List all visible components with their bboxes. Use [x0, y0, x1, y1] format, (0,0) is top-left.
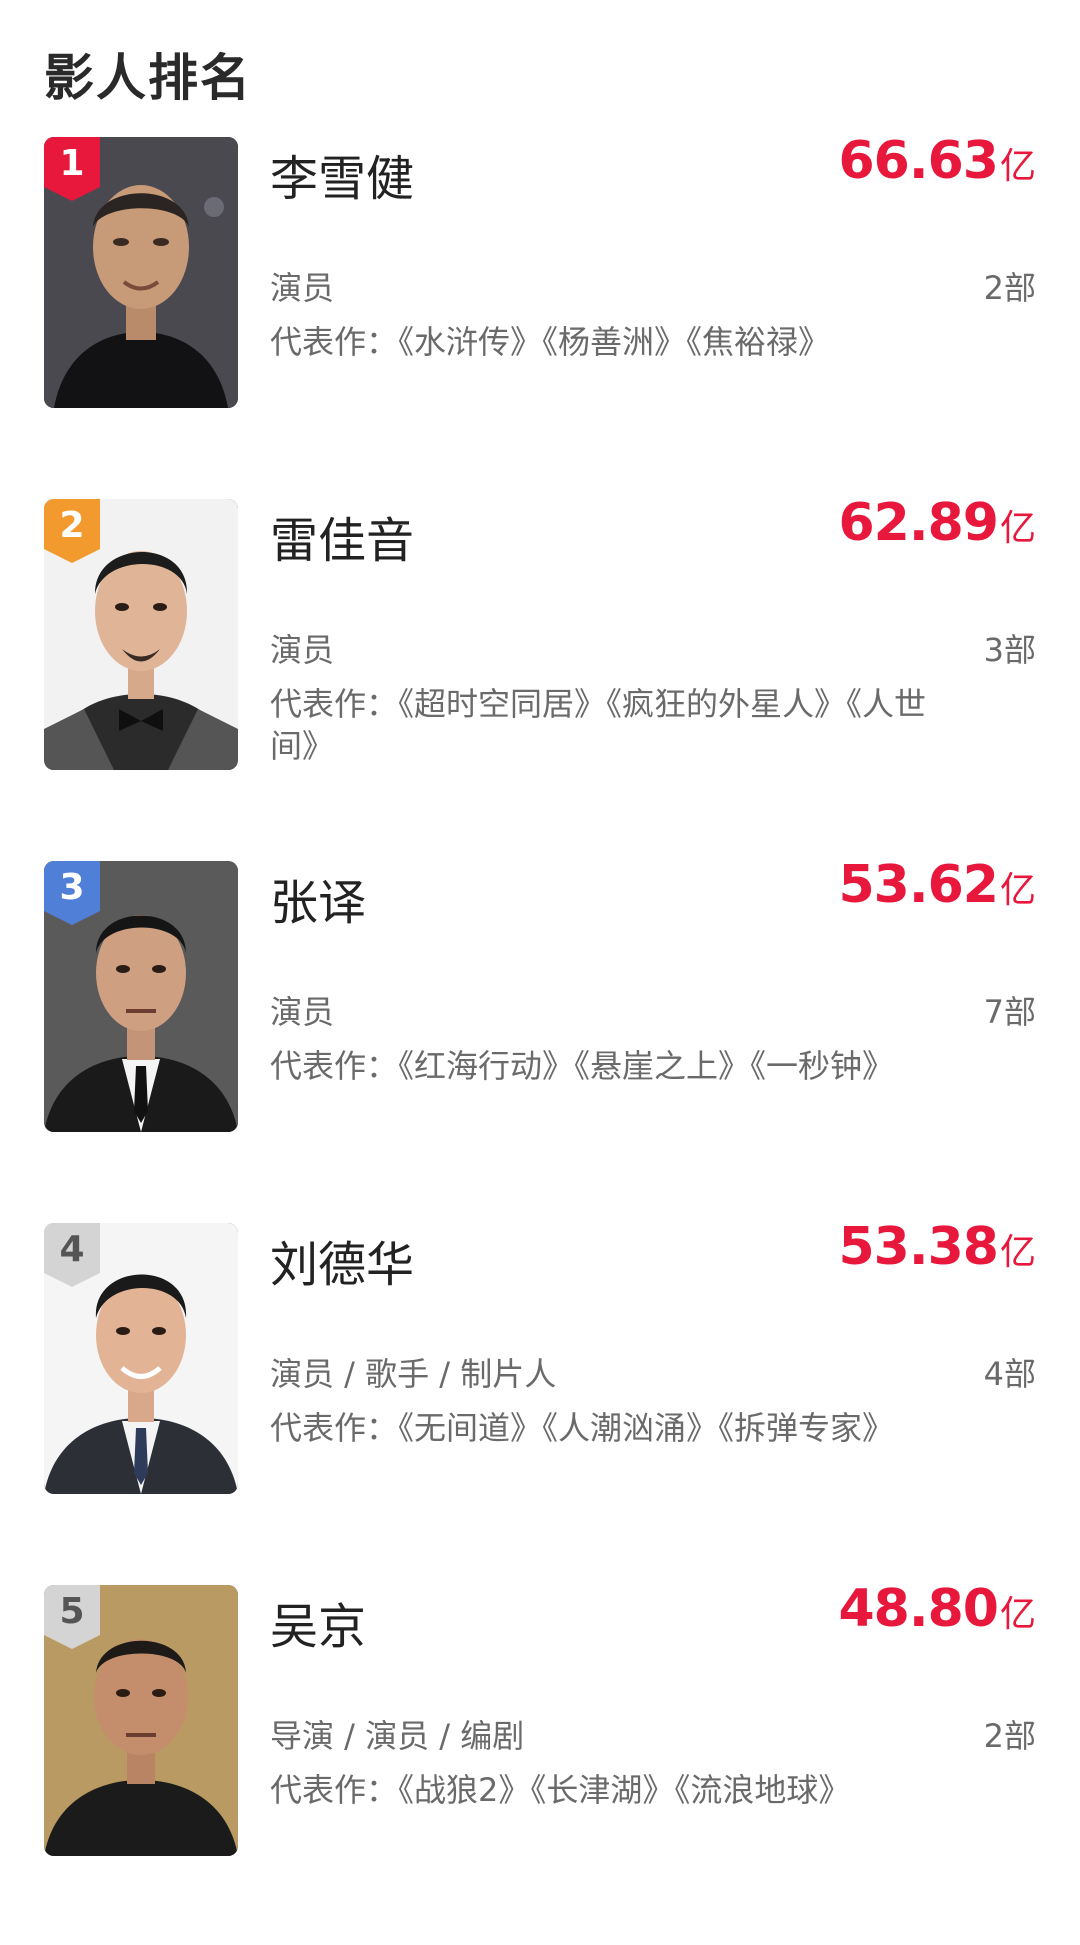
- box-office-total: 53.38亿: [838, 1217, 1037, 1277]
- person-name: 刘德华: [270, 1237, 415, 1293]
- person-photo[interactable]: 1: [44, 137, 238, 408]
- box-office-total: 53.62亿: [838, 855, 1037, 915]
- person-roles: 演员: [270, 631, 335, 669]
- rank-badge: 2: [44, 499, 100, 565]
- person-roles: 演员: [270, 993, 335, 1031]
- list-item[interactable]: 2 雷佳音 62.89亿 演员 3部 代表作：《超时空同居》《疯狂的外星人》《人…: [0, 493, 1080, 859]
- person-roles: 导演 / 演员 / 编剧: [270, 1717, 525, 1755]
- rank-badge: 1: [44, 137, 100, 203]
- person-name: 张译: [270, 875, 367, 931]
- person-name: 雷佳音: [270, 513, 415, 569]
- person-roles: 演员: [270, 269, 335, 307]
- page-title: 影人排名: [44, 49, 252, 107]
- rank-badge: 5: [44, 1585, 100, 1651]
- box-office-total: 48.80亿: [838, 1579, 1037, 1639]
- box-office-total: 62.89亿: [838, 493, 1037, 553]
- list-item[interactable]: 5 吴京 48.80亿 导演 / 演员 / 编剧 2部 代表作：《战狼2》《长津…: [0, 1579, 1080, 1945]
- box-office-total: 66.63亿: [838, 131, 1037, 191]
- list-item[interactable]: 1 李雪健 66.63亿 演员 2部 代表作：《水浒传》《杨善洲》《焦裕禄》: [0, 131, 1080, 497]
- film-count: 2部: [983, 1717, 1036, 1755]
- rank-badge: 4: [44, 1223, 100, 1289]
- representative-works: 代表作：《红海行动》《悬崖之上》《一秒钟》: [270, 1047, 895, 1085]
- representative-works: 代表作：《超时空同居》《疯狂的外星人》《人世间》: [270, 685, 927, 765]
- film-count: 2部: [983, 269, 1036, 307]
- list-item[interactable]: 4 刘德华 53.38亿 演员 / 歌手 / 制片人 4部 代表作：《无间道》《…: [0, 1217, 1080, 1583]
- film-count: 7部: [983, 993, 1036, 1031]
- person-name: 李雪健: [270, 151, 415, 207]
- list-item[interactable]: 3 张译 53.62亿 演员 7部 代表作：《红海行动》《悬崖之上》《一秒钟》: [0, 855, 1080, 1221]
- rank-badge: 3: [44, 861, 100, 927]
- person-photo[interactable]: 4: [44, 1223, 238, 1494]
- representative-works: 代表作：《战狼2》《长津湖》《流浪地球》: [270, 1771, 851, 1809]
- film-count: 4部: [983, 1355, 1036, 1393]
- person-name: 吴京: [270, 1599, 367, 1655]
- representative-works: 代表作：《水浒传》《杨善洲》《焦裕禄》: [270, 323, 831, 361]
- person-photo[interactable]: 5: [44, 1585, 238, 1856]
- film-count: 3部: [983, 631, 1036, 669]
- person-photo[interactable]: 2: [44, 499, 238, 770]
- representative-works: 代表作：《无间道》《人潮汹涌》《拆弹专家》: [270, 1409, 895, 1447]
- person-ranking-list: 1 李雪健 66.63亿 演员 2部 代表作：《水浒传》《杨善洲》《焦裕禄》 2…: [0, 131, 1080, 1945]
- person-photo[interactable]: 3: [44, 861, 238, 1132]
- person-roles: 演员 / 歌手 / 制片人: [270, 1355, 557, 1393]
